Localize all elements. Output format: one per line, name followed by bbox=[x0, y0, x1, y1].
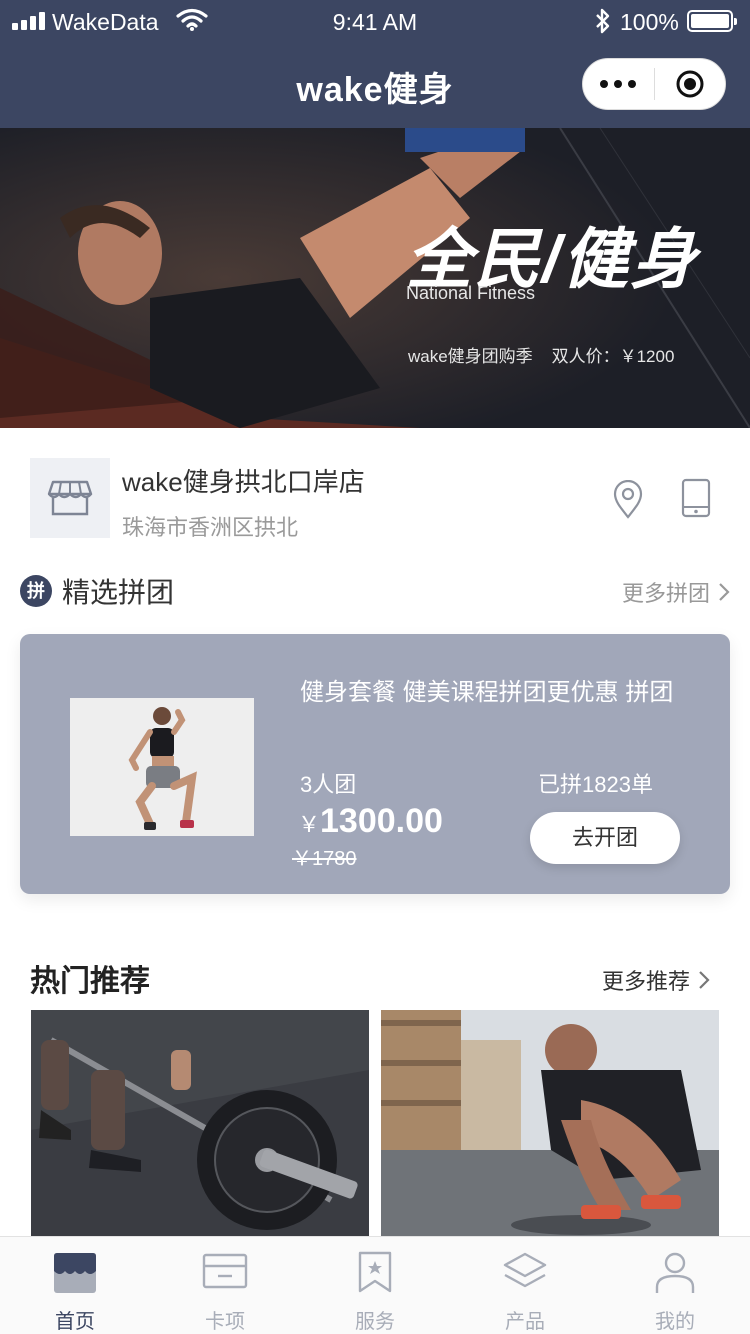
tab-home[interactable]: 首页 bbox=[0, 1237, 150, 1334]
store-name: wake健身拱北口岸店 bbox=[122, 467, 365, 497]
close-program-button[interactable] bbox=[655, 69, 726, 99]
bluetooth-icon bbox=[596, 8, 610, 34]
card-icon bbox=[202, 1253, 248, 1289]
deal-image bbox=[70, 698, 254, 836]
banner-subtitle: National Fitness bbox=[406, 283, 536, 303]
more-menu-button[interactable] bbox=[583, 80, 654, 88]
tab-profile[interactable]: 我的 bbox=[600, 1237, 750, 1334]
battery-icon bbox=[687, 10, 737, 32]
group-deal-card[interactable]: 健身套餐 健美课程拼团更优惠 拼团 3人团 已拼1823单 ￥1300.00 ￥… bbox=[20, 634, 730, 894]
chevron-right-icon bbox=[699, 971, 710, 989]
store-thumbnail bbox=[30, 458, 110, 538]
group-section-header: 拼 精选拼团 更多拼团 bbox=[0, 568, 750, 618]
status-bar: WakeData 9:41 AM 100% bbox=[0, 0, 750, 44]
home-icon bbox=[54, 1253, 96, 1293]
deal-price-value: 1300.00 bbox=[320, 802, 443, 840]
deal-sold-count: 已拼1823单 bbox=[538, 772, 653, 797]
recommend-section-title: 热门推荐 bbox=[30, 965, 150, 998]
location-pin-icon[interactable] bbox=[610, 480, 646, 520]
battery-percent: 100% bbox=[620, 9, 679, 35]
tab-bar: 首页 卡项 服务 产品 我的 bbox=[0, 1236, 750, 1334]
deal-title: 健身套餐 健美课程拼团更优惠 拼团 bbox=[300, 679, 674, 706]
banner-promo-text: wake健身团购季 双人价：￥1200 bbox=[408, 347, 675, 366]
phone-icon[interactable] bbox=[680, 478, 712, 518]
barbell-photo bbox=[31, 1010, 369, 1236]
store-info[interactable]: wake健身拱北口岸店 珠海市香洲区拱北 bbox=[0, 428, 750, 552]
recommend-section-header: 热门推荐 更多推荐 bbox=[0, 956, 750, 1006]
more-group-label: 更多拼团 bbox=[621, 581, 710, 606]
tab-services-label: 服务 bbox=[355, 1311, 395, 1333]
promo-banner[interactable]: 全民/健身 National Fitness wake健身团购季 双人价：￥12… bbox=[0, 128, 750, 428]
bookmark-icon bbox=[358, 1251, 392, 1293]
layers-icon bbox=[503, 1252, 547, 1288]
top-bar: WakeData 9:41 AM 100% wake健身 bbox=[0, 0, 750, 128]
deal-price: ￥1300.00 bbox=[298, 802, 443, 841]
store-address: 珠海市香洲区拱北 bbox=[122, 515, 299, 540]
deal-original-price: ￥1780 bbox=[292, 848, 357, 870]
tab-profile-label: 我的 bbox=[655, 1311, 695, 1333]
tab-products[interactable]: 产品 bbox=[450, 1237, 600, 1334]
tab-cards[interactable]: 卡项 bbox=[150, 1237, 300, 1334]
tab-cards-label: 卡项 bbox=[205, 1311, 245, 1333]
group-badge-icon: 拼 bbox=[20, 575, 52, 607]
tab-home-label: 首页 bbox=[55, 1311, 95, 1333]
tab-services[interactable]: 服务 bbox=[300, 1237, 450, 1334]
user-icon bbox=[655, 1252, 695, 1293]
recommend-item[interactable] bbox=[381, 1010, 719, 1236]
athlete-photo bbox=[381, 1010, 719, 1236]
group-section-title: 精选拼团 bbox=[62, 577, 175, 608]
more-recommend-link[interactable]: 更多推荐 bbox=[602, 964, 710, 996]
deal-group-size: 3人团 bbox=[300, 772, 357, 797]
storefront-icon bbox=[47, 480, 93, 516]
tab-products-label: 产品 bbox=[505, 1311, 545, 1333]
target-icon bbox=[676, 70, 704, 98]
start-group-button[interactable]: 去开团 bbox=[530, 812, 680, 864]
deal-currency: ￥ bbox=[298, 812, 321, 837]
more-group-link[interactable]: 更多拼团 bbox=[622, 576, 730, 608]
mini-program-capsule bbox=[582, 58, 726, 110]
recommend-item[interactable] bbox=[31, 1010, 369, 1236]
chevron-right-icon bbox=[719, 583, 730, 601]
more-recommend-label: 更多推荐 bbox=[601, 969, 690, 994]
